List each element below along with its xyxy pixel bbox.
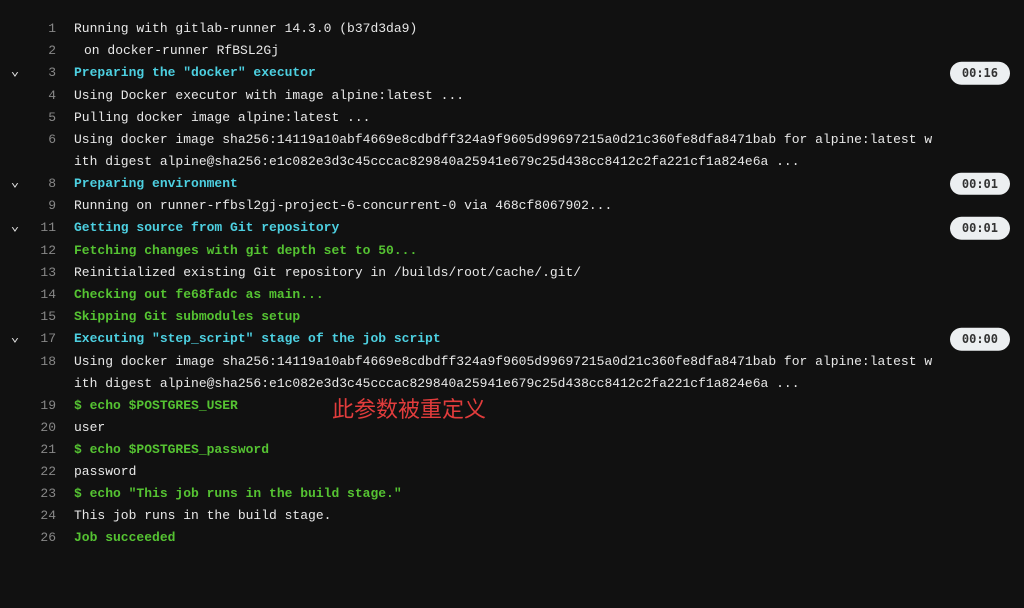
line-number: 19 [30, 395, 60, 417]
line-number: 22 [30, 461, 60, 483]
line-number: 8 [30, 173, 60, 195]
line-number: 23 [30, 483, 60, 505]
line-content: Running with gitlab-runner 14.3.0 (b37d3… [60, 18, 1024, 40]
line-content: Using docker image sha256:14119a10abf466… [60, 129, 1024, 173]
duration-badge: 00:01 [950, 217, 1010, 239]
log-line: 24This job runs in the build stage. [0, 505, 1024, 527]
line-number: 24 [30, 505, 60, 527]
line-number: 21 [30, 439, 60, 461]
line-number: 9 [30, 195, 60, 217]
chevron-down-icon[interactable]: ⌄ [11, 172, 19, 194]
log-line: 22password [0, 461, 1024, 483]
line-number: 5 [30, 107, 60, 129]
log-line: 26Job succeeded [0, 527, 1024, 549]
section-header-line[interactable]: ⌄ 17Executing "step_script" stage of the … [0, 328, 1024, 350]
line-number: 13 [30, 262, 60, 284]
line-content: Preparing environment00:01 [60, 173, 1024, 195]
line-content: user [60, 417, 1024, 439]
line-number: 12 [30, 240, 60, 262]
log-line: 15Skipping Git submodules setup [0, 306, 1024, 328]
log-line: 2on docker-runner RfBSL2Gj [0, 40, 1024, 62]
line-content: Preparing the "docker" executor00:16 [60, 62, 1024, 84]
job-log: 1Running with gitlab-runner 14.3.0 (b37d… [0, 18, 1024, 549]
log-line: 1Running with gitlab-runner 14.3.0 (b37d… [0, 18, 1024, 40]
section-header-line[interactable]: ⌄ 3Preparing the "docker" executor00:16 [0, 62, 1024, 84]
line-content: Using docker image sha256:14119a10abf466… [60, 351, 1024, 395]
line-number: 18 [30, 351, 60, 373]
line-number: 3 [30, 62, 60, 84]
line-number: 15 [30, 306, 60, 328]
line-content: Using Docker executor with image alpine:… [60, 85, 1024, 107]
log-line: 19$ echo $POSTGRES_USER此参数被重定义 [0, 395, 1024, 417]
line-content: Getting source from Git repository00:01 [60, 217, 1024, 239]
log-line: 5Pulling docker image alpine:latest ... [0, 107, 1024, 129]
line-number: 1 [30, 18, 60, 40]
line-number: 6 [30, 129, 60, 151]
section-header-line[interactable]: ⌄ 8Preparing environment00:01 [0, 173, 1024, 195]
log-line: 21$ echo $POSTGRES_password [0, 439, 1024, 461]
line-content: $ echo $POSTGRES_password [60, 439, 1024, 461]
duration-badge: 00:01 [950, 173, 1010, 195]
log-line: 9Running on runner-rfbsl2gj-project-6-co… [0, 195, 1024, 217]
line-content: Pulling docker image alpine:latest ... [60, 107, 1024, 129]
section-header-line[interactable]: ⌄ 11Getting source from Git repository00:… [0, 217, 1024, 239]
line-content: $ echo $POSTGRES_USER此参数被重定义 [60, 395, 1024, 417]
line-content: $ echo "This job runs in the build stage… [60, 483, 1024, 505]
duration-badge: 00:00 [950, 328, 1010, 350]
line-content: Skipping Git submodules setup [60, 306, 1024, 328]
chevron-down-icon[interactable]: ⌄ [11, 216, 19, 238]
line-number: 26 [30, 527, 60, 549]
chevron-down-icon[interactable]: ⌄ [11, 61, 19, 83]
line-content: password [60, 461, 1024, 483]
line-number: 11 [30, 217, 60, 239]
line-content: Fetching changes with git depth set to 5… [60, 240, 1024, 262]
log-line: 12Fetching changes with git depth set to… [0, 240, 1024, 262]
line-content: This job runs in the build stage. [60, 505, 1024, 527]
line-number: 20 [30, 417, 60, 439]
log-line: 18Using docker image sha256:14119a10abf4… [0, 351, 1024, 395]
log-line: 13Reinitialized existing Git repository … [0, 262, 1024, 284]
line-content: Running on runner-rfbsl2gj-project-6-con… [60, 195, 1024, 217]
log-line: 6Using docker image sha256:14119a10abf46… [0, 129, 1024, 173]
line-number: 17 [30, 328, 60, 350]
line-content: Reinitialized existing Git repository in… [60, 262, 1024, 284]
line-number: 14 [30, 284, 60, 306]
line-content: Job succeeded [60, 527, 1024, 549]
line-content: Executing "step_script" stage of the job… [60, 328, 1024, 350]
line-content: on docker-runner RfBSL2Gj [60, 40, 1024, 62]
line-number: 2 [30, 40, 60, 62]
log-line: 4Using Docker executor with image alpine… [0, 85, 1024, 107]
line-content: Checking out fe68fadc as main... [60, 284, 1024, 306]
log-line: 20user [0, 417, 1024, 439]
chevron-down-icon[interactable]: ⌄ [11, 327, 19, 349]
log-line: 23$ echo "This job runs in the build sta… [0, 483, 1024, 505]
log-line: 14Checking out fe68fadc as main... [0, 284, 1024, 306]
duration-badge: 00:16 [950, 62, 1010, 84]
line-number: 4 [30, 85, 60, 107]
